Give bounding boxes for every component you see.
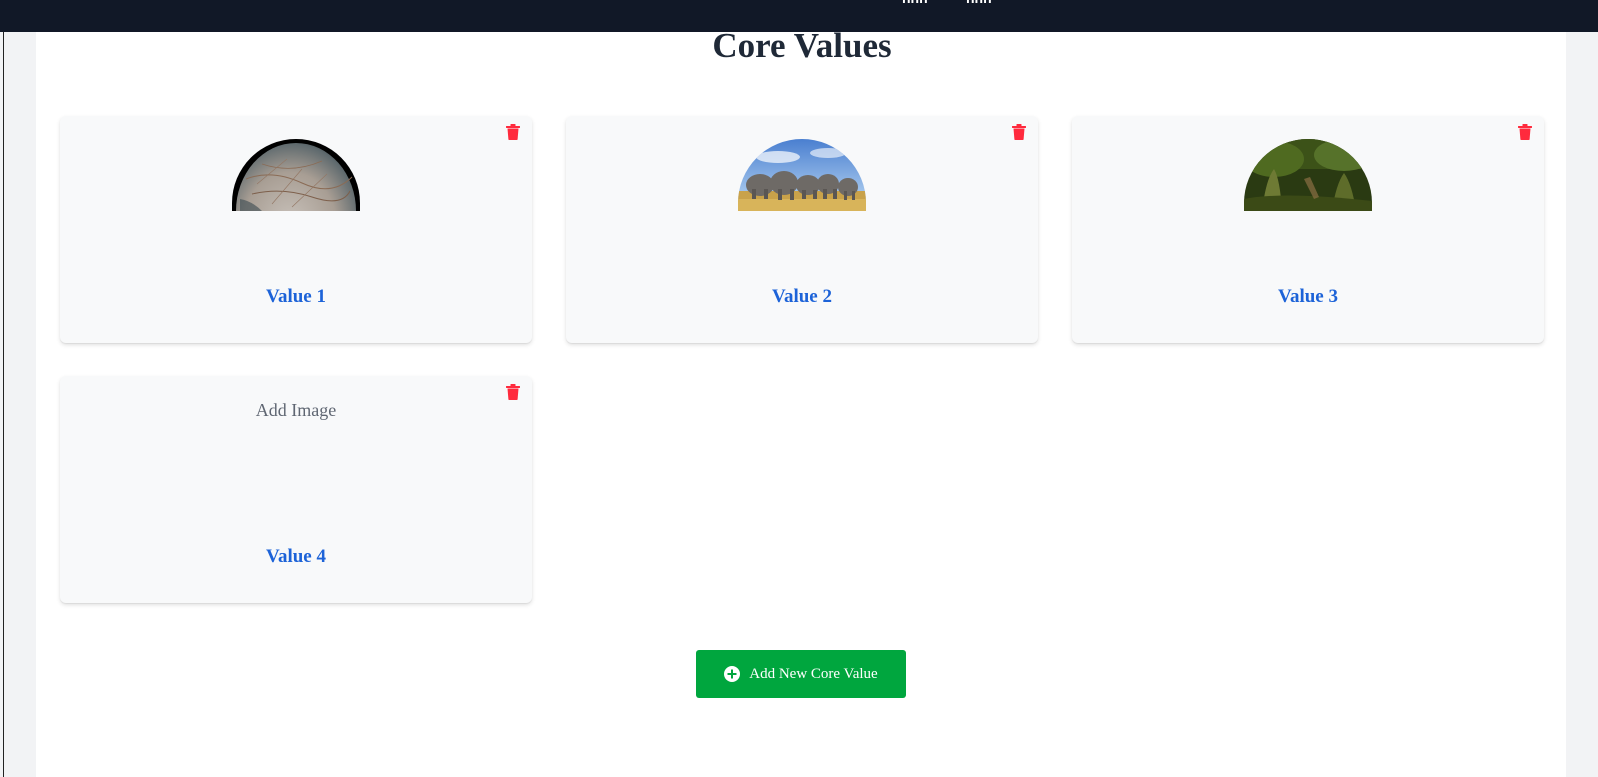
- plus-circle-icon: [724, 666, 741, 682]
- left-divider: [3, 32, 4, 777]
- add-core-value-label: Add New Core Value: [749, 665, 878, 682]
- value-image-forest[interactable]: [1244, 139, 1372, 211]
- value-image-elephants[interactable]: [738, 139, 866, 211]
- value-title[interactable]: Value 4: [60, 546, 532, 568]
- value-title[interactable]: Value 1: [60, 286, 532, 308]
- add-core-value-button[interactable]: Add New Core Value: [696, 650, 906, 698]
- value-title[interactable]: Value 3: [1072, 286, 1544, 308]
- core-value-card: Add Image Value 4: [60, 376, 532, 603]
- trash-icon[interactable]: [506, 384, 520, 400]
- core-value-card: Value 1: [60, 116, 532, 343]
- core-value-card: Value 3: [1072, 116, 1544, 343]
- page-title: Core Values: [712, 26, 892, 65]
- trash-icon[interactable]: [506, 124, 520, 140]
- value-image-europa[interactable]: [232, 139, 360, 211]
- nav-link-1[interactable]: hhh: [902, 0, 928, 6]
- trash-icon[interactable]: [1012, 124, 1026, 140]
- value-title[interactable]: Value 2: [566, 286, 1038, 308]
- core-value-card: Value 2: [566, 116, 1038, 343]
- add-image-placeholder[interactable]: Add Image: [246, 396, 346, 424]
- trash-icon[interactable]: [1518, 124, 1532, 140]
- nav-link-2[interactable]: hhh: [966, 0, 992, 6]
